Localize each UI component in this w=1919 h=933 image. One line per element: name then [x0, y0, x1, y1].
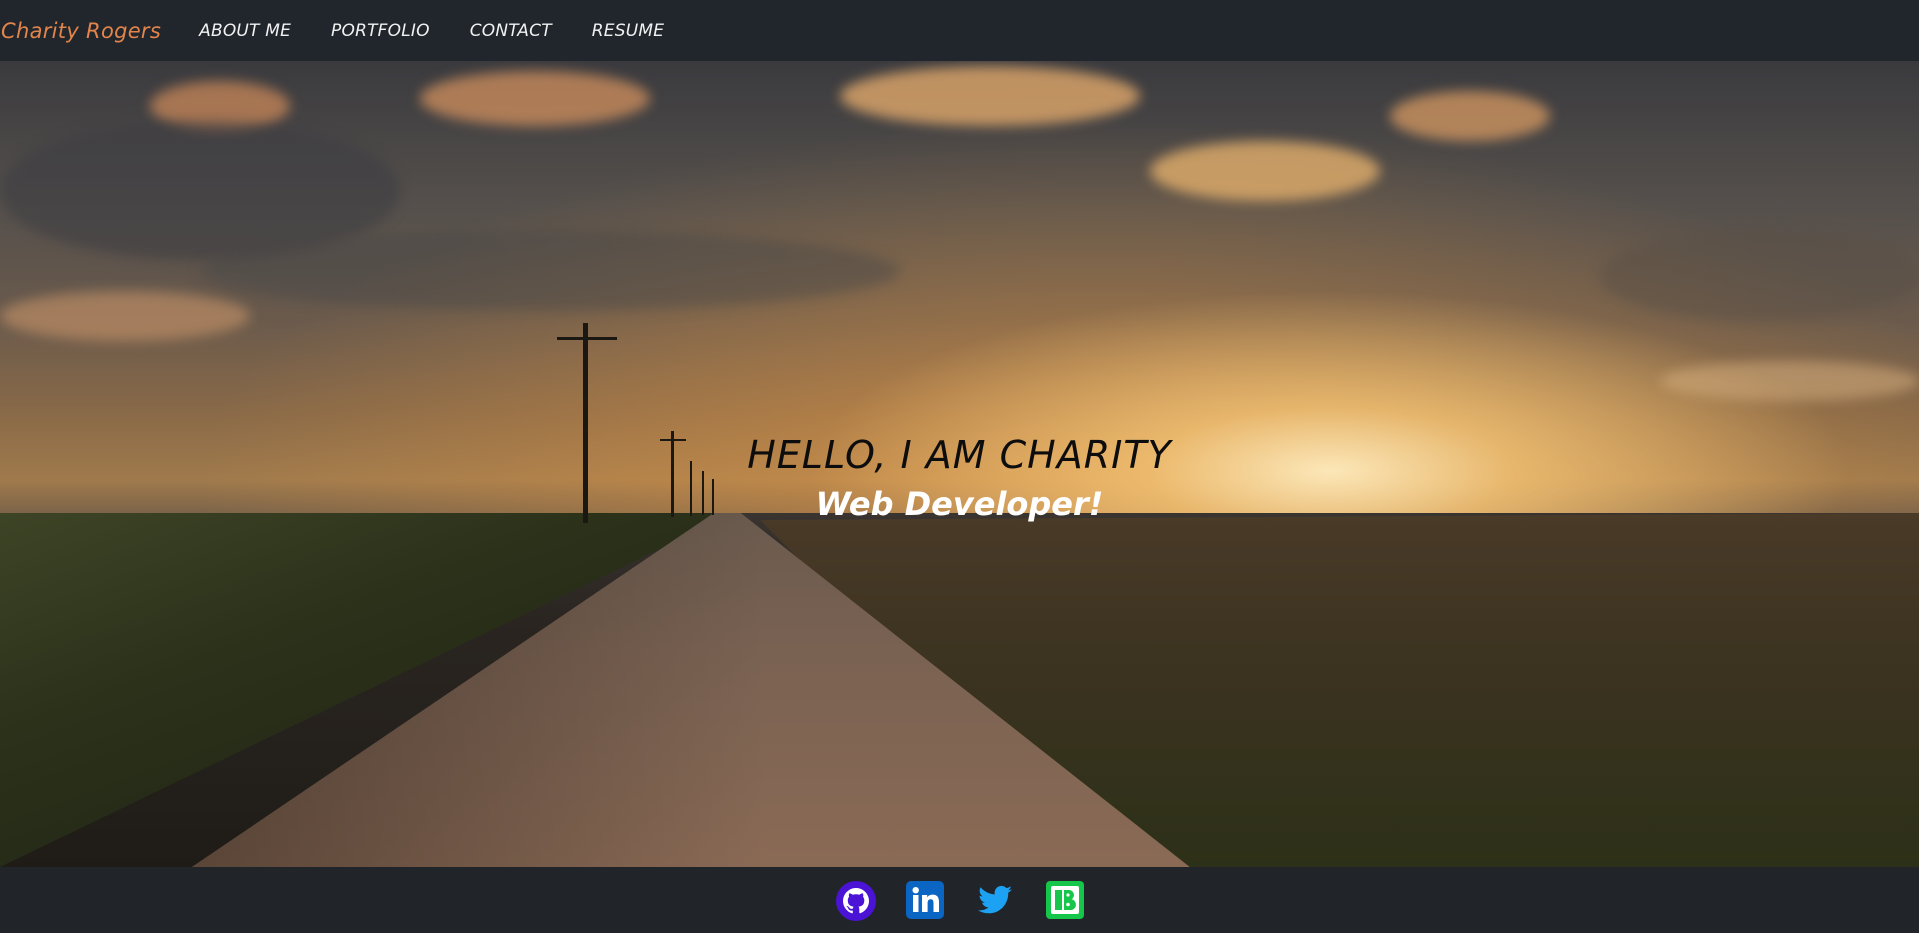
social-links [835, 881, 1084, 921]
nav-links: ABOUT ME PORTFOLIO CONTACT RESUME [199, 21, 704, 41]
linkedin-icon [905, 881, 944, 919]
nav-link-about-me[interactable]: ABOUT ME [199, 21, 291, 41]
linkedin-link[interactable] [905, 881, 944, 919]
navbar: Charity Rogers ABOUT ME PORTFOLIO CONTAC… [0, 0, 1919, 61]
twitter-icon [977, 885, 1012, 914]
twitter-link[interactable] [976, 881, 1014, 919]
bandcamp-icon [1045, 881, 1084, 919]
hero-subtitle: Web Developer! [815, 485, 1104, 523]
footer [0, 867, 1919, 933]
hero-text: HELLO, I AM CHARITY Web Developer! [0, 61, 1919, 867]
nav-link-contact[interactable]: CONTACT [470, 21, 552, 41]
nav-link-resume[interactable]: RESUME [592, 21, 664, 41]
github-link[interactable] [835, 881, 876, 921]
bandcamp-link[interactable] [1045, 881, 1084, 919]
hero-banner: HELLO, I AM CHARITY Web Developer! [0, 61, 1919, 867]
github-icon [835, 881, 876, 921]
nav-link-portfolio[interactable]: PORTFOLIO [331, 21, 430, 41]
hero-title: HELLO, I AM CHARITY [747, 433, 1172, 477]
brand-link[interactable]: Charity Rogers [1, 19, 161, 43]
